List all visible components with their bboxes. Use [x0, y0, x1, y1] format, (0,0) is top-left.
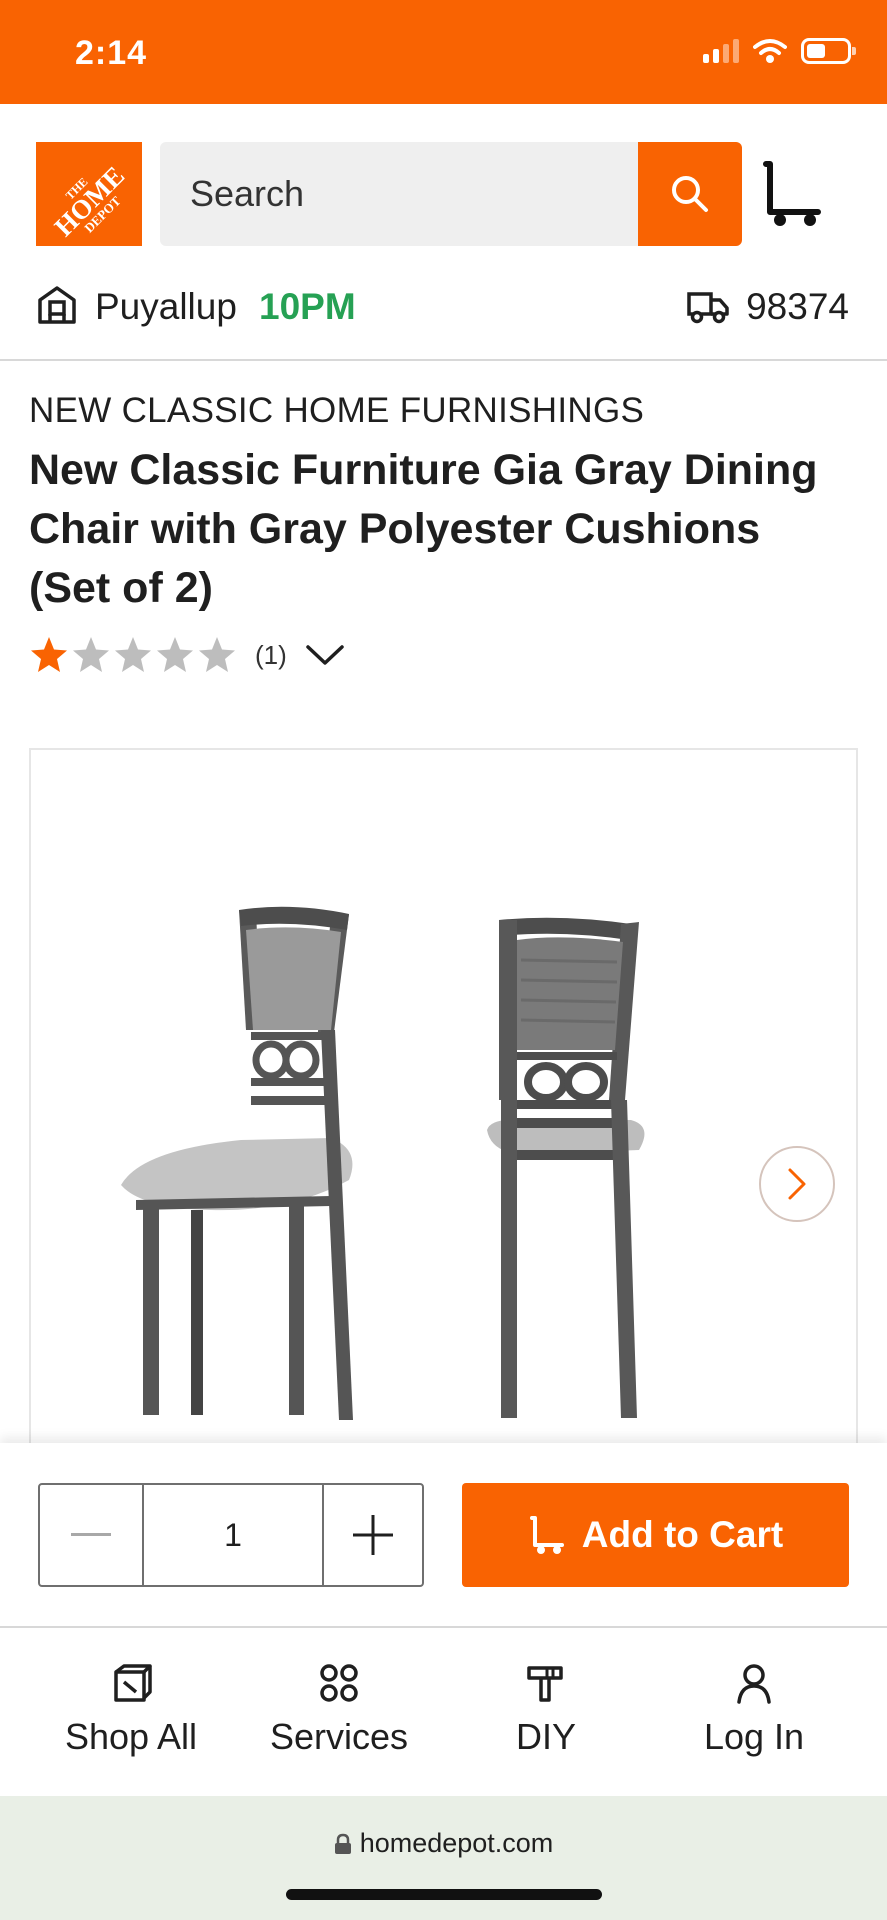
signal-icon	[703, 39, 739, 63]
product-image[interactable]	[91, 900, 791, 1448]
chair-back-view	[487, 917, 645, 1418]
chevron-down-icon[interactable]	[305, 643, 345, 667]
delivery-truck-icon	[687, 292, 729, 324]
product-brand[interactable]: NEW CLASSIC HOME FURNISHINGS	[29, 391, 644, 431]
star-rating	[29, 635, 237, 675]
battery-icon	[801, 38, 856, 64]
search-button[interactable]	[638, 142, 742, 246]
nav-shop-all[interactable]: Shop All	[26, 1658, 236, 1768]
nav-label: DIY	[515, 1716, 576, 1757]
product-image-gallery[interactable]	[29, 748, 858, 1448]
divider	[0, 359, 887, 361]
star-empty-icon	[115, 637, 151, 672]
rating-row[interactable]: (1)	[29, 633, 345, 677]
add-to-cart-button[interactable]: Add to Cart	[462, 1483, 849, 1587]
nav-diy[interactable]: DIY	[441, 1658, 651, 1768]
user-icon	[737, 1664, 771, 1704]
chevron-right-icon	[788, 1168, 806, 1200]
nav-label: Services	[269, 1716, 409, 1757]
cart-icon[interactable]	[760, 160, 826, 228]
home-depot-logo[interactable]: THE HOME DEPOT	[36, 142, 142, 246]
lock-icon	[334, 1833, 351, 1854]
nav-services[interactable]: Services	[234, 1658, 444, 1768]
quantity-stepper: 1	[38, 1483, 424, 1587]
store-hours: 10PM	[259, 286, 356, 327]
delivery-zip[interactable]: 98374	[746, 286, 849, 328]
diy-hammer-icon	[527, 1666, 563, 1702]
url-text: homedepot.com	[359, 1828, 554, 1858]
add-to-cart-bar: 1 Add to Cart	[0, 1443, 887, 1627]
search-input[interactable]	[190, 142, 630, 246]
star-empty-icon	[199, 637, 235, 672]
chair-front-view	[121, 906, 353, 1420]
quantity-decrease-button[interactable]	[40, 1485, 142, 1585]
next-image-button[interactable]	[759, 1146, 835, 1222]
search-icon	[672, 176, 708, 212]
search-box	[160, 142, 640, 246]
product-title: New Classic Furniture Gia Gray Dining Ch…	[29, 446, 818, 612]
minus-icon	[71, 1533, 111, 1536]
store-row[interactable]: Puyallup 10PM 98374	[0, 270, 887, 360]
nav-label: Shop All	[64, 1716, 198, 1757]
nav-label: Log In	[703, 1716, 805, 1757]
plus-icon	[353, 1515, 393, 1555]
store-icon	[38, 286, 76, 324]
star-filled-icon	[31, 637, 67, 672]
browser-url-bar[interactable]: homedepot.com	[0, 1796, 887, 1920]
review-count[interactable]: (1)	[255, 640, 287, 671]
shop-all-icon	[114, 1664, 152, 1702]
status-time: 2:14	[75, 34, 148, 72]
home-indicator[interactable]	[286, 1889, 602, 1900]
add-to-cart-label: Add to Cart	[581, 1514, 784, 1555]
nav-log-in[interactable]: Log In	[649, 1658, 859, 1768]
url-display[interactable]: homedepot.com	[0, 1828, 887, 1859]
wifi-icon	[753, 39, 787, 63]
status-icons	[703, 38, 856, 64]
quantity-increase-button[interactable]	[324, 1485, 422, 1585]
cart-icon	[529, 1516, 564, 1554]
bottom-navigation: Shop All Services DIY Log In	[0, 1628, 887, 1796]
star-empty-icon	[157, 637, 193, 672]
star-empty-icon	[73, 637, 109, 672]
status-bar: 2:14	[0, 0, 887, 104]
quantity-value[interactable]: 1	[142, 1485, 324, 1585]
store-name[interactable]: Puyallup	[95, 286, 237, 328]
services-icon	[320, 1664, 358, 1702]
